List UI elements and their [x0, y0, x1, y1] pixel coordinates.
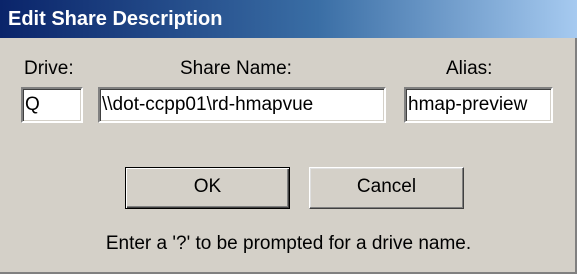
- drive-label: Drive:: [24, 58, 74, 79]
- share-name-field[interactable]: [98, 87, 386, 123]
- alias-label: Alias:: [446, 58, 493, 79]
- edit-share-description-dialog: Edit Share Description Drive: Share Name…: [0, 0, 577, 274]
- dialog-title: Edit Share Description: [8, 8, 223, 30]
- cancel-button[interactable]: Cancel: [309, 167, 464, 209]
- alias-field[interactable]: [404, 87, 553, 123]
- ok-button[interactable]: OK: [125, 167, 290, 209]
- share-name-label: Share Name:: [180, 58, 292, 79]
- drive-field[interactable]: [21, 87, 83, 123]
- title-bar[interactable]: Edit Share Description: [0, 0, 577, 38]
- drive-prompt-hint: Enter a '?' to be prompted for a drive n…: [105, 233, 472, 254]
